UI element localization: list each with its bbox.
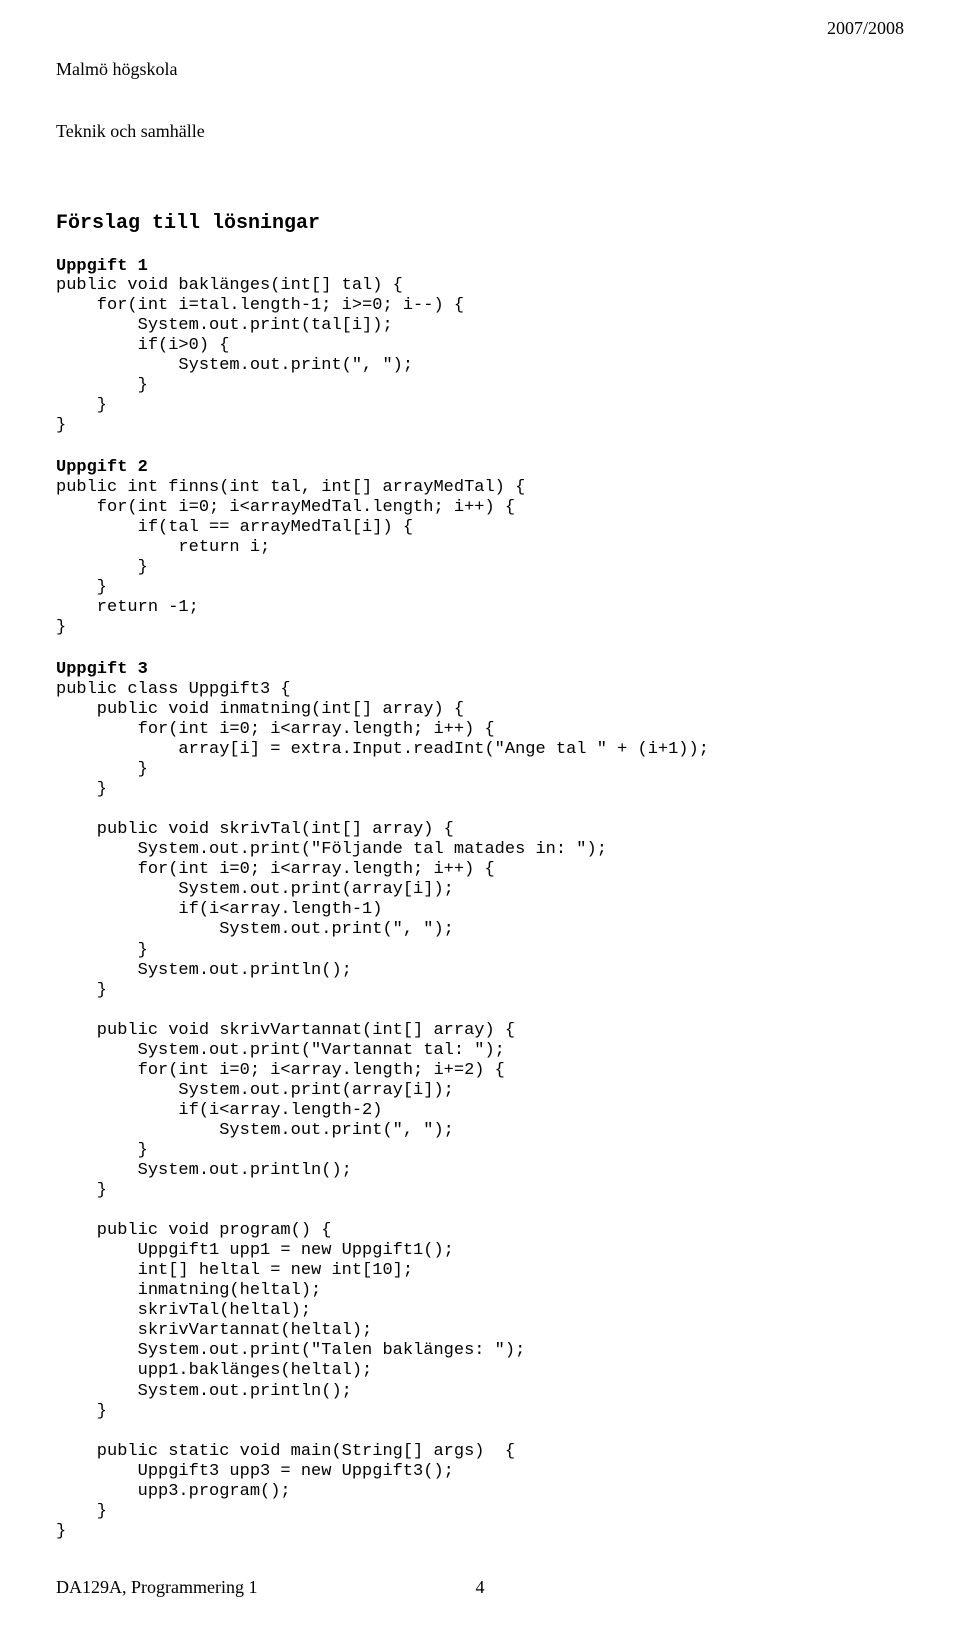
uppgift-2-code: public int finns(int tal, int[] arrayMed… <box>56 478 904 638</box>
uppgift-1-code: public void baklänges(int[] tal) { for(i… <box>56 276 904 436</box>
institution-block: Malmö högskola Teknik och samhälle <box>56 18 205 184</box>
academic-year: 2007/2008 <box>827 18 904 184</box>
course-code: DA129A, Programmering 1 <box>56 1577 257 1598</box>
uppgift-3-code: public class Uppgift3 { public void inma… <box>56 680 904 1542</box>
document-title: Förslag till lösningar <box>56 212 904 235</box>
institution-line-1: Malmö högskola <box>56 59 205 80</box>
page-number: 4 <box>476 1577 485 1598</box>
uppgift-3-heading: Uppgift 3 <box>56 660 904 680</box>
institution-line-2: Teknik och samhälle <box>56 121 205 142</box>
uppgift-1-heading: Uppgift 1 <box>56 257 904 277</box>
page: Malmö högskola Teknik och samhälle 2007/… <box>0 0 960 1626</box>
page-footer: DA129A, Programmering 1 4 <box>56 1577 904 1598</box>
uppgift-2-heading: Uppgift 2 <box>56 458 904 478</box>
page-header: Malmö högskola Teknik och samhälle 2007/… <box>56 18 904 184</box>
